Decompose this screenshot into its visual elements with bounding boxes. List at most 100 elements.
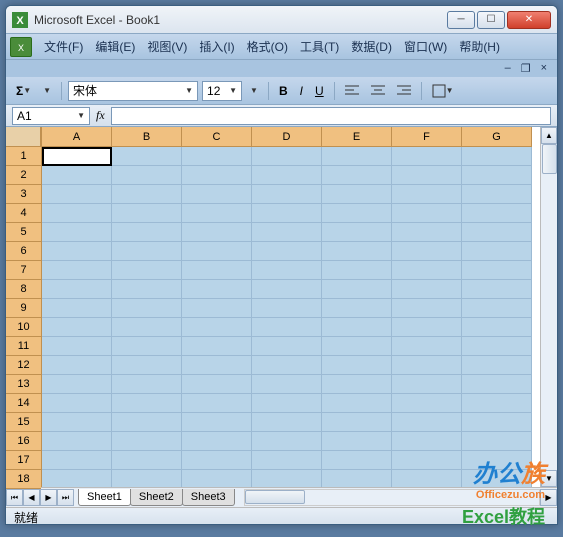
cell[interactable]	[252, 147, 322, 166]
cell[interactable]	[112, 223, 182, 242]
cell[interactable]	[42, 261, 112, 280]
select-all-corner[interactable]	[6, 127, 41, 147]
row-header[interactable]: 17	[6, 451, 41, 470]
menu-view[interactable]: 视图(V)	[141, 35, 193, 58]
cell[interactable]	[42, 299, 112, 318]
cell[interactable]	[462, 451, 532, 470]
cell[interactable]	[252, 280, 322, 299]
cell[interactable]	[392, 147, 462, 166]
cell[interactable]	[322, 299, 392, 318]
cell[interactable]	[112, 375, 182, 394]
cell[interactable]	[322, 185, 392, 204]
column-header[interactable]: D	[252, 127, 322, 147]
cell[interactable]	[392, 356, 462, 375]
hscroll-thumb[interactable]	[245, 490, 305, 504]
cell[interactable]	[182, 337, 252, 356]
cell[interactable]	[322, 166, 392, 185]
cell[interactable]	[252, 413, 322, 432]
cell[interactable]	[112, 318, 182, 337]
cell[interactable]	[462, 280, 532, 299]
cell[interactable]	[112, 185, 182, 204]
row-header[interactable]: 8	[6, 280, 41, 299]
cell[interactable]	[42, 280, 112, 299]
font-name-select[interactable]: 宋体 ▼	[68, 81, 198, 101]
fx-icon[interactable]: fx	[96, 108, 105, 123]
next-sheet-button[interactable]: ▶	[40, 489, 57, 506]
cell[interactable]	[252, 223, 322, 242]
cell[interactable]	[322, 356, 392, 375]
scroll-right-button[interactable]: ▶	[540, 489, 557, 506]
cell[interactable]	[112, 451, 182, 470]
menu-tools[interactable]: 工具(T)	[294, 35, 345, 58]
first-sheet-button[interactable]: ⏮	[6, 489, 23, 506]
row-header[interactable]: 7	[6, 261, 41, 280]
scroll-track[interactable]	[541, 144, 557, 470]
cell[interactable]	[182, 280, 252, 299]
font-size-dropdown[interactable]: ▼	[246, 84, 262, 97]
column-header[interactable]: A	[42, 127, 112, 147]
cell[interactable]	[392, 223, 462, 242]
cell[interactable]	[252, 261, 322, 280]
row-header[interactable]: 18	[6, 470, 41, 489]
menu-edit[interactable]: 编辑(E)	[89, 35, 141, 58]
cell[interactable]	[322, 280, 392, 299]
app-menu-button[interactable]: X	[10, 37, 32, 57]
cell[interactable]	[182, 318, 252, 337]
cell[interactable]	[112, 147, 182, 166]
cell[interactable]	[182, 166, 252, 185]
cell[interactable]	[322, 242, 392, 261]
cell[interactable]	[462, 318, 532, 337]
column-header[interactable]: C	[182, 127, 252, 147]
sort-button[interactable]: ▼	[39, 84, 55, 97]
scroll-thumb[interactable]	[542, 144, 557, 174]
row-header[interactable]: 16	[6, 432, 41, 451]
cell[interactable]	[42, 470, 112, 487]
cell[interactable]	[462, 223, 532, 242]
cell[interactable]	[462, 413, 532, 432]
cell[interactable]	[392, 261, 462, 280]
cell[interactable]	[182, 147, 252, 166]
row-header[interactable]: 10	[6, 318, 41, 337]
column-header[interactable]: G	[462, 127, 532, 147]
italic-button[interactable]: I	[296, 82, 307, 100]
cell[interactable]	[252, 470, 322, 487]
cell[interactable]	[462, 394, 532, 413]
title-bar[interactable]: X Microsoft Excel - Book1 ─ ☐ ✕	[6, 6, 557, 34]
cell[interactable]	[392, 204, 462, 223]
underline-button[interactable]: U	[311, 82, 328, 100]
cell[interactable]	[182, 204, 252, 223]
scroll-up-button[interactable]: ▲	[541, 127, 557, 144]
column-header[interactable]: B	[112, 127, 182, 147]
row-header[interactable]: 12	[6, 356, 41, 375]
cell[interactable]	[462, 147, 532, 166]
sheet-tab-3[interactable]: Sheet3	[182, 489, 235, 506]
maximize-button[interactable]: ☐	[477, 11, 505, 29]
sheet-tab-1[interactable]: Sheet1	[78, 489, 131, 506]
mdi-restore[interactable]: ❐	[519, 62, 533, 75]
cell[interactable]	[392, 394, 462, 413]
cell[interactable]	[252, 166, 322, 185]
prev-sheet-button[interactable]: ◀	[23, 489, 40, 506]
scroll-down-button[interactable]: ▼	[541, 470, 557, 487]
cell[interactable]	[462, 204, 532, 223]
cell[interactable]	[462, 356, 532, 375]
cell[interactable]	[42, 356, 112, 375]
cell[interactable]	[322, 204, 392, 223]
cell[interactable]	[182, 223, 252, 242]
cell[interactable]	[322, 394, 392, 413]
cell[interactable]	[462, 470, 532, 487]
row-header[interactable]: 13	[6, 375, 41, 394]
cell[interactable]	[252, 337, 322, 356]
cell[interactable]	[42, 166, 112, 185]
cell[interactable]	[182, 356, 252, 375]
cell[interactable]	[392, 337, 462, 356]
cell[interactable]	[392, 432, 462, 451]
sheet-tab-2[interactable]: Sheet2	[130, 489, 183, 506]
cell[interactable]	[182, 375, 252, 394]
cell[interactable]	[322, 147, 392, 166]
cell[interactable]	[42, 413, 112, 432]
align-right-button[interactable]	[393, 83, 415, 99]
cell[interactable]	[182, 432, 252, 451]
menu-format[interactable]: 格式(O)	[241, 35, 294, 58]
last-sheet-button[interactable]: ⏭	[57, 489, 74, 506]
